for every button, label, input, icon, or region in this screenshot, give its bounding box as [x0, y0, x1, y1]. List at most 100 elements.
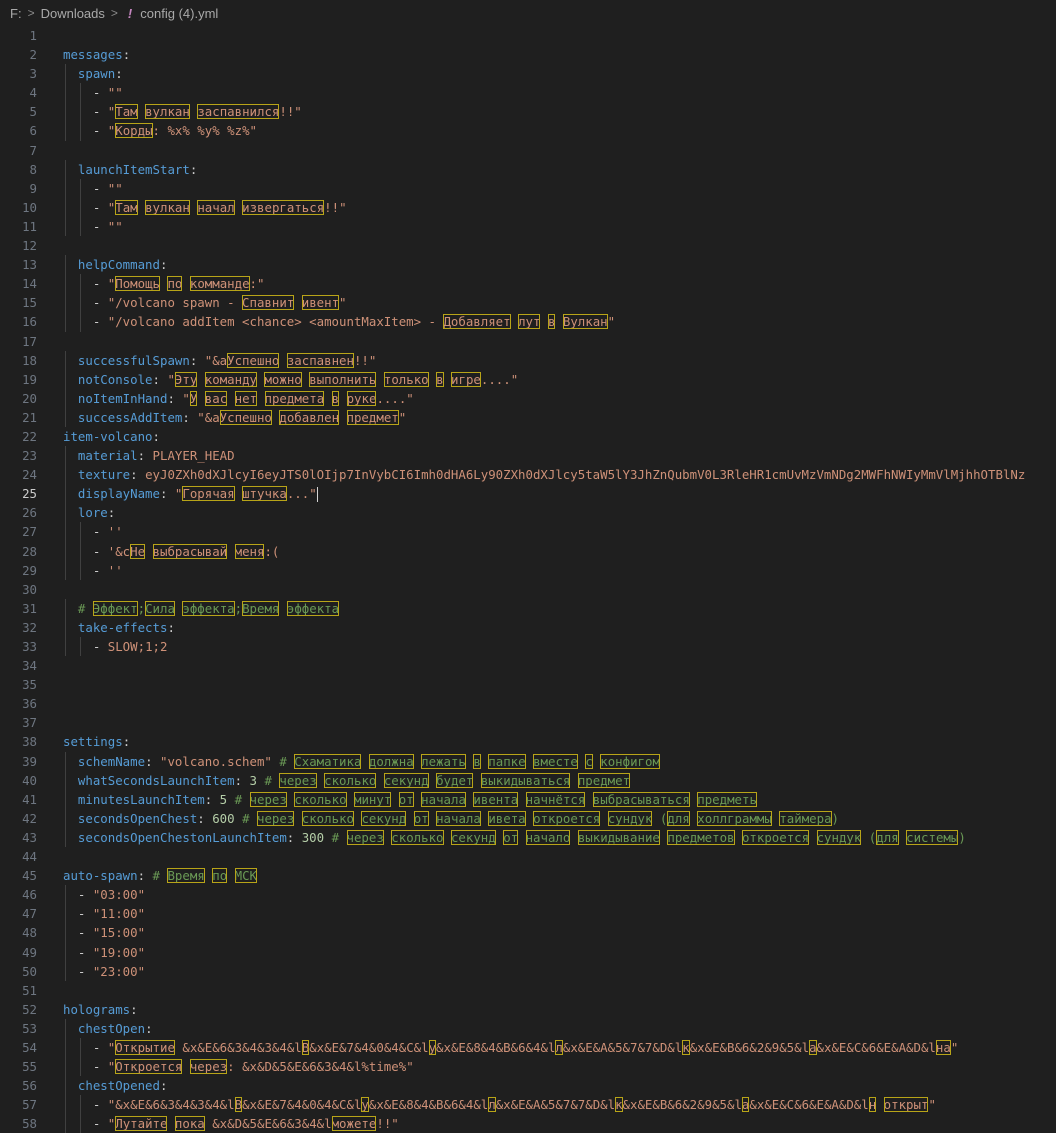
line-number: 7 [29, 142, 37, 158]
breadcrumb-file[interactable]: config (4).yml [140, 6, 218, 21]
code-line[interactable]: 14 - "Помощь по комманде:" [0, 274, 1056, 294]
code-line[interactable]: 16 - "/volcano addItem <chance> <amountM… [0, 312, 1056, 332]
indent-guide [65, 369, 66, 389]
breadcrumb: F: > Downloads > ! config (4).yml [0, 0, 1056, 26]
code-line[interactable]: 41 minutesLaunchItem: 5 # через сколько … [0, 789, 1056, 809]
code-text: lore: [77, 505, 116, 521]
code-text: messages: [63, 47, 131, 63]
code-text: notConsole: "Эту команду можно выполнить… [77, 371, 519, 387]
code-line[interactable]: 32 take-effects: [0, 617, 1056, 637]
line-number: 42 [22, 810, 37, 826]
line-number: 53 [22, 1020, 37, 1036]
code-line[interactable]: 42 secondsOpenChest: 600 # через сколько… [0, 808, 1056, 828]
code-line[interactable]: 58 - "Лутайте пока &x&D&5&E&6&3&4&lможет… [0, 1114, 1056, 1133]
indent-guide [80, 541, 81, 561]
line-number: 15 [22, 295, 37, 311]
code-text: chestOpened: [77, 1078, 168, 1094]
indent-guide [80, 312, 81, 332]
line-number: 52 [22, 1001, 37, 1017]
line-number: 40 [22, 772, 37, 788]
code-line[interactable]: 33 - SLOW;1;2 [0, 637, 1056, 657]
code-line[interactable]: 31 # Эффект;Сила эффекта;Время эффекта [0, 598, 1056, 618]
line-number: 29 [22, 562, 37, 578]
code-line[interactable]: 3 spawn: [0, 64, 1056, 84]
code-line[interactable]: 44 [0, 847, 1056, 866]
code-line[interactable]: 48 - "15:00" [0, 923, 1056, 943]
code-line[interactable]: 56 chestOpened: [0, 1076, 1056, 1096]
code-line[interactable]: 2 messages: [0, 45, 1056, 64]
code-line[interactable]: 23 material: PLAYER_HEAD [0, 446, 1056, 466]
code-line[interactable]: 30 [0, 580, 1056, 599]
indent-guide [65, 484, 66, 504]
code-line[interactable]: 8 launchItemStart: [0, 159, 1056, 179]
code-line[interactable]: 6 - "Корды: %x% %y% %z%" [0, 121, 1056, 141]
text-cursor [316, 487, 318, 503]
line-number: 14 [22, 276, 37, 292]
line-number: 8 [29, 161, 37, 177]
code-line[interactable]: 19 notConsole: "Эту команду можно выполн… [0, 369, 1056, 389]
code-line[interactable]: 45 auto-spawn: # Время по МСК [0, 866, 1056, 885]
indent-guide [65, 827, 66, 848]
code-line[interactable]: 24 texture: eyJ0ZXh0dXJlcyI6eyJTS0lOIjp7… [0, 465, 1056, 485]
code-line[interactable]: 40 whatSecondsLaunchItem: 3 # через скол… [0, 770, 1056, 790]
indent-guide [65, 770, 66, 790]
indent-guide [65, 808, 66, 828]
code-line[interactable]: 57 - "&x&E&6&3&4&3&4&lВ&x&E&7&4&0&4&C&lу… [0, 1095, 1056, 1115]
indent-guide [65, 312, 66, 332]
code-line[interactable]: 5 - "Там вулкан заспавнился!!" [0, 102, 1056, 122]
code-line[interactable]: 51 [0, 981, 1056, 1000]
code-line[interactable]: 54 - "Открытие &x&E&6&3&4&3&4&lВ&x&E&7&4… [0, 1037, 1056, 1058]
code-line[interactable]: 35 [0, 675, 1056, 694]
line-number: 3 [29, 66, 37, 82]
indent-guide [65, 942, 66, 962]
code-line[interactable]: 15 - "/volcano spawn - Спавнит ивент" [0, 293, 1056, 313]
code-line[interactable]: 53 chestOpen: [0, 1018, 1056, 1038]
code-line[interactable]: 1 [0, 26, 1056, 45]
code-line[interactable]: 25 displayName: "Горячая штучка..." [0, 484, 1056, 504]
code-line[interactable]: 34 [0, 656, 1056, 675]
code-line[interactable]: 39 schemName: "volcano.schem" # Схаматик… [0, 751, 1056, 771]
line-number: 5 [29, 104, 37, 120]
line-number: 54 [22, 1039, 37, 1055]
code-line[interactable]: 28 - '&cНе выбрасывай меня:( [0, 541, 1056, 561]
code-line[interactable]: 29 - '' [0, 560, 1056, 580]
breadcrumb-folder[interactable]: Downloads [41, 6, 105, 21]
code-line[interactable]: 50 - "23:00" [0, 961, 1056, 981]
code-line[interactable]: 46 - "03:00" [0, 885, 1056, 905]
code-line[interactable]: 10 - "Там вулкан начал извергаться!!" [0, 197, 1056, 217]
indent-guide [65, 465, 66, 485]
code-line[interactable]: 52 holograms: [0, 1000, 1056, 1019]
code-line[interactable]: 38 settings: [0, 732, 1056, 751]
code-line[interactable]: 22 item-volcano: [0, 427, 1056, 446]
code-line[interactable]: 13 helpCommand: [0, 255, 1056, 275]
code-line[interactable]: 55 - "Откроется через: &x&D&5&E&6&3&4&l%… [0, 1057, 1056, 1077]
code-line[interactable]: 17 [0, 332, 1056, 351]
code-line[interactable]: 36 [0, 694, 1056, 713]
indent-guide [65, 751, 66, 771]
code-text: - "" [63, 218, 123, 234]
code-line[interactable]: 49 - "19:00" [0, 942, 1056, 962]
indent-guide [65, 159, 66, 179]
code-line[interactable]: 9 - "" [0, 178, 1056, 198]
code-line[interactable]: 27 - '' [0, 522, 1056, 542]
code-line[interactable]: 7 [0, 141, 1056, 160]
code-line[interactable]: 21 successAddItem: "&aУспешно добавлен п… [0, 407, 1056, 427]
code-editor[interactable]: 1 2 messages: 3 spawn: 4 - "" 5 - "Там вулкан… [0, 26, 1056, 1133]
code-line[interactable]: 4 - "" [0, 83, 1056, 103]
code-line[interactable]: 26 lore: [0, 503, 1056, 523]
breadcrumb-drive[interactable]: F: [10, 6, 22, 21]
code-line[interactable]: 12 [0, 236, 1056, 255]
code-line[interactable]: 11 - "" [0, 216, 1056, 237]
code-text: - "" [63, 180, 123, 196]
code-line[interactable]: 20 noItemInHand: "У вас нет предмета в р… [0, 388, 1056, 408]
code-line[interactable]: 18 successfulSpawn: "&aУспешно заспавнен… [0, 350, 1056, 370]
code-line[interactable]: 37 [0, 713, 1056, 732]
code-text: - "Откроется через: &x&D&5&E&6&3&4&l%tim… [63, 1059, 414, 1075]
line-number: 12 [22, 238, 37, 254]
line-number: 49 [22, 944, 37, 960]
line-number: 33 [22, 639, 37, 654]
line-number: 56 [22, 1078, 37, 1094]
code-text: - "23:00" [63, 963, 146, 979]
code-line[interactable]: 47 - "11:00" [0, 904, 1056, 924]
code-line[interactable]: 43 secondsOpenChestonLaunchItem: 300 # ч… [0, 827, 1056, 848]
